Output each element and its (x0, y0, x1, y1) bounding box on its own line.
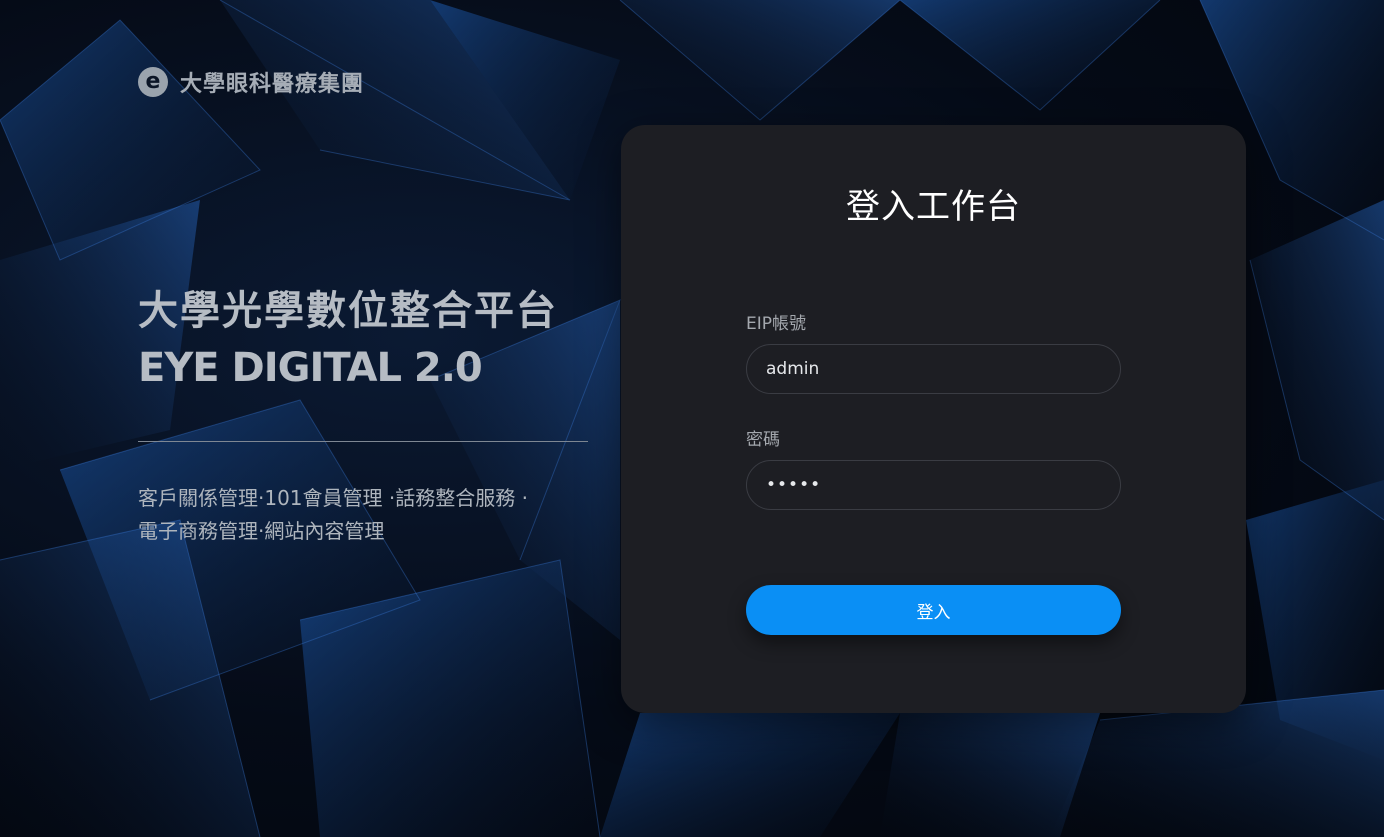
account-label: EIP帳號 (746, 314, 807, 334)
brand: e 大學眼科醫療集團 (138, 66, 364, 98)
platform-description-line-2: 電子商務管理‧網站內容管理 (138, 519, 385, 543)
login-title: 登入工作台 (846, 187, 1021, 227)
account-input[interactable] (746, 344, 1121, 394)
brand-logo-icon: e (138, 67, 168, 97)
password-input[interactable] (746, 460, 1121, 510)
password-label: 密碼 (746, 430, 780, 450)
platform-description: 客戶關係管理‧101會員管理 ‧話務整合服務 ‧ 電子商務管理‧網站內容管理 (138, 482, 578, 548)
login-card: 登入工作台 EIP帳號 密碼 登入 (621, 125, 1246, 713)
login-page: e 大學眼科醫療集團 大學光學數位整合平台 EYE DIGITAL 2.0 客戶… (0, 0, 1384, 837)
login-button[interactable]: 登入 (746, 585, 1121, 635)
hero-divider (138, 441, 588, 442)
platform-subtitle: EYE DIGITAL 2.0 (138, 345, 483, 391)
platform-description-line-1: 客戶關係管理‧101會員管理 ‧話務整合服務 ‧ (138, 486, 528, 510)
platform-title: 大學光學數位整合平台 (138, 288, 558, 334)
brand-name: 大學眼科醫療集團 (180, 72, 365, 97)
